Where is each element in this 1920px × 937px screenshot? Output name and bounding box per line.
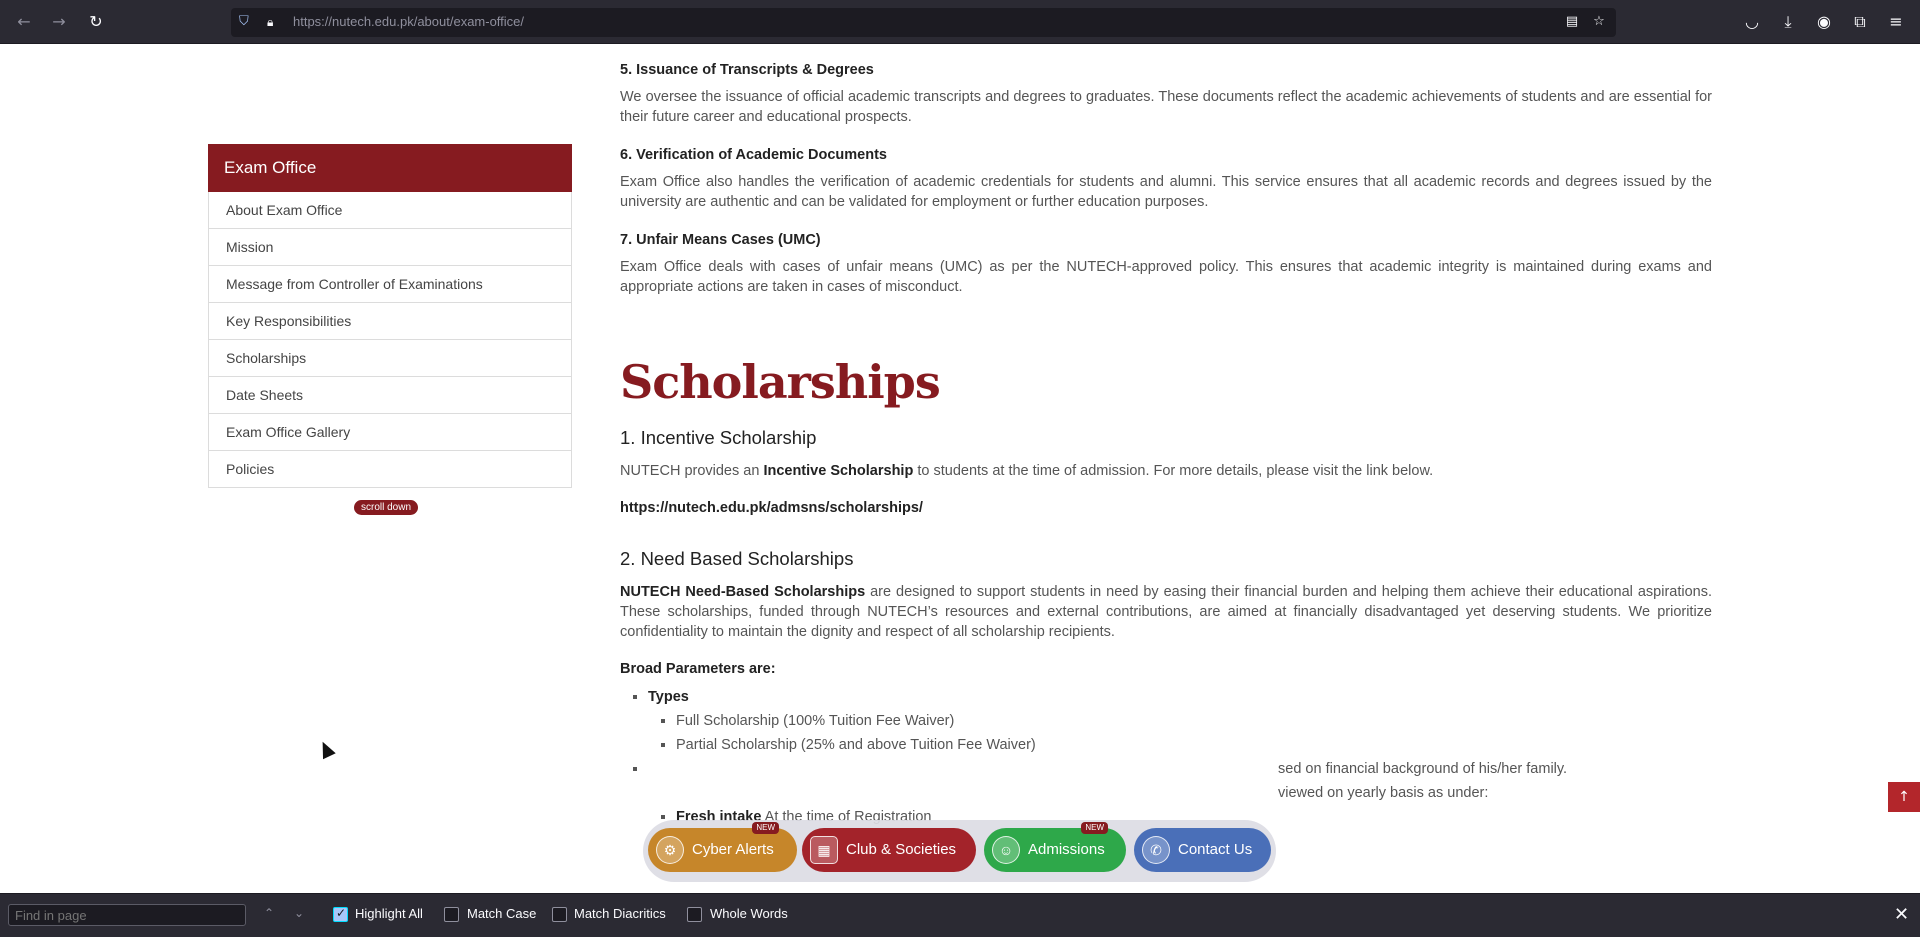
download-icon[interactable]: ⤓ bbox=[1778, 12, 1798, 32]
contact-us-label: Contact Us bbox=[1178, 841, 1253, 858]
exam-office-sidebar: Exam Office About Exam Office Mission Me… bbox=[208, 144, 572, 515]
find-previous-icon[interactable]: ⌃ bbox=[264, 906, 274, 920]
new-badge: NEW bbox=[1081, 822, 1108, 834]
list-item: viewed on yearly basis as under: bbox=[1278, 785, 1489, 801]
student-icon: ☺ bbox=[992, 836, 1020, 864]
browser-toolbar: ← → ↻ ⛉ 🔒︎ https://nutech.edu.pk/about/e… bbox=[0, 0, 1920, 44]
section-5-title: 5. Issuance of Transcripts & Degrees bbox=[620, 62, 874, 78]
sidebar-item-responsibilities[interactable]: Key Responsibilities bbox=[208, 303, 572, 340]
section-7-text: Exam Office deals with cases of unfair m… bbox=[620, 259, 1712, 295]
phone-icon: ✆ bbox=[1142, 836, 1170, 864]
lock-icon[interactable]: 🔒︎ bbox=[267, 14, 283, 30]
sidebar-item-about[interactable]: About Exam Office bbox=[208, 192, 572, 229]
forward-icon[interactable]: → bbox=[49, 12, 69, 32]
sidebar-item-scholarships[interactable]: Scholarships bbox=[208, 340, 572, 377]
cyber-alerts-label: Cyber Alerts bbox=[692, 841, 774, 858]
shield-alert-icon: ⚙ bbox=[656, 836, 684, 864]
close-icon[interactable]: ✕ bbox=[1894, 904, 1909, 925]
url-host: https://nutech.edu.pk bbox=[293, 14, 414, 29]
back-icon[interactable]: ← bbox=[14, 12, 34, 32]
sidebar-item-date-sheets[interactable]: Date Sheets bbox=[208, 377, 572, 414]
sidebar-item-message[interactable]: Message from Controller of Examinations bbox=[208, 266, 572, 303]
find-bar: ⌃ ⌄ Highlight All Match Case Match Diacr… bbox=[0, 893, 1920, 937]
url-bar[interactable]: ⛉ 🔒︎ https://nutech.edu.pk/about/exam-of… bbox=[231, 8, 1616, 37]
main-content: 5. Issuance of Transcripts & Degrees We … bbox=[620, 62, 1712, 833]
arrow-up-icon: ↑ bbox=[1898, 789, 1910, 805]
incentive-text: NUTECH provides an Incentive Scholarship… bbox=[620, 461, 1712, 481]
incentive-bold: Incentive Scholarship bbox=[763, 463, 914, 479]
incentive-link[interactable]: https://nutech.edu.pk/admsns/scholarship… bbox=[620, 498, 1712, 518]
bookmark-star-icon[interactable]: ☆ bbox=[1591, 14, 1607, 30]
list-item: Types Full Scholarship (100% Tuition Fee… bbox=[648, 689, 1712, 753]
sidebar-title: Exam Office bbox=[208, 144, 572, 192]
web-page: Exam Office About Exam Office Mission Me… bbox=[0, 44, 1920, 893]
club-societies-label: Club & Societies bbox=[846, 841, 957, 858]
mouse-cursor-icon bbox=[316, 738, 336, 760]
types-list: Full Scholarship (100% Tuition Fee Waive… bbox=[676, 713, 1712, 753]
contact-us-button[interactable]: ✆ Contact Us bbox=[1134, 828, 1271, 872]
shield-icon[interactable]: ⛉ bbox=[239, 14, 255, 30]
section-6-title: 6. Verification of Academic Documents bbox=[620, 147, 887, 163]
sidebar-item-mission[interactable]: Mission bbox=[208, 229, 572, 266]
extensions-icon[interactable]: ⧉ bbox=[1850, 12, 1870, 32]
newspaper-icon: ▦ bbox=[810, 836, 838, 864]
sidebar-item-gallery[interactable]: Exam Office Gallery bbox=[208, 414, 572, 451]
section-5-text: We oversee the issuance of official acad… bbox=[620, 89, 1712, 125]
incentive-pre: NUTECH provides an bbox=[620, 463, 764, 479]
broad-parameters: Broad Parameters are: bbox=[620, 661, 776, 677]
section-7-title: 7. Unfair Means Cases (UMC) bbox=[620, 232, 821, 248]
match-case-label[interactable]: Match Case bbox=[467, 906, 536, 921]
account-icon[interactable]: ◉ bbox=[1814, 12, 1834, 32]
whole-words-label[interactable]: Whole Words bbox=[710, 906, 788, 921]
admissions-button[interactable]: ☺ Admissions NEW bbox=[984, 822, 1126, 872]
whole-words-checkbox[interactable] bbox=[687, 907, 702, 922]
types-label: Types bbox=[648, 689, 689, 705]
sidebar-item-policies[interactable]: Policies bbox=[208, 451, 572, 488]
pocket-icon[interactable]: ◡ bbox=[1742, 12, 1762, 32]
incentive-heading: 1. Incentive Scholarship bbox=[620, 427, 817, 448]
match-diacritics-checkbox[interactable] bbox=[552, 907, 567, 922]
match-case-checkbox[interactable] bbox=[444, 907, 459, 922]
highlight-all-label[interactable]: Highlight All bbox=[355, 906, 423, 921]
quick-links-bar: ⚙ Cyber Alerts NEW ▦ Club & Societies ☺ … bbox=[643, 820, 1276, 882]
need-based-text: NUTECH Need-Based Scholarships are desig… bbox=[620, 582, 1712, 642]
menu-icon[interactable]: ≡ bbox=[1886, 12, 1906, 32]
list-item: Full Scholarship (100% Tuition Fee Waive… bbox=[676, 713, 1712, 729]
admissions-label: Admissions bbox=[1028, 841, 1105, 858]
match-diacritics-label[interactable]: Match Diacritics bbox=[574, 906, 666, 921]
highlight-all-checkbox[interactable] bbox=[333, 906, 348, 922]
url-path: /about/exam-office/ bbox=[413, 14, 525, 29]
reader-icon[interactable]: ▤ bbox=[1564, 14, 1580, 30]
find-next-icon[interactable]: ⌄ bbox=[294, 906, 304, 920]
cyber-alerts-button[interactable]: ⚙ Cyber Alerts NEW bbox=[648, 822, 797, 872]
reload-icon[interactable]: ↻ bbox=[86, 12, 106, 32]
list-item: sed on financial background of his/her f… bbox=[648, 761, 1712, 777]
club-societies-button[interactable]: ▦ Club & Societies bbox=[802, 828, 976, 872]
url-text[interactable]: https://nutech.edu.pk/about/exam-office/ bbox=[293, 14, 524, 29]
incentive-post: to students at the time of admission. Fo… bbox=[913, 463, 1434, 479]
parameters-list: Types Full Scholarship (100% Tuition Fee… bbox=[648, 689, 1712, 825]
section-6-text: Exam Office also handles the verificatio… bbox=[620, 174, 1712, 210]
need-based-bold: NUTECH Need-Based Scholarships bbox=[620, 584, 866, 600]
new-badge: NEW bbox=[752, 822, 779, 834]
list-item: Partial Scholarship (25% and above Tuiti… bbox=[676, 737, 1712, 753]
scroll-down-pill[interactable]: scroll down bbox=[354, 500, 419, 515]
need-based-heading: 2. Need Based Scholarships bbox=[620, 548, 854, 569]
scholarships-heading: Scholarships bbox=[620, 355, 941, 409]
find-input[interactable] bbox=[8, 904, 246, 926]
back-to-top-button[interactable]: ↑ bbox=[1888, 782, 1920, 812]
